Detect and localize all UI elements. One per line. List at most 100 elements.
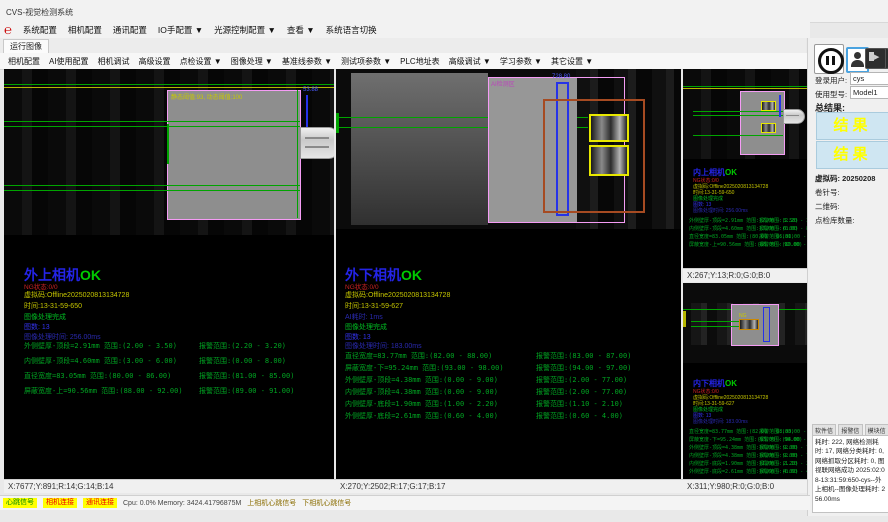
alarm-range: 报警范围:(94.00 - 97.00) xyxy=(536,363,631,373)
menu-bar: ℮ 系统配置 相机配置 通讯配置 IO手配置 ▼ 光源控制配置 ▼ 查看 ▼ 系… xyxy=(0,22,810,38)
lower-camera-heartbeat[interactable]: 下相机心跳信号 xyxy=(302,498,351,508)
camera-panel-inner-lower[interactable]: NG 内下相机OK NG状态:0/0 虚拟码:Offline2025020813… xyxy=(683,283,810,479)
alarm-range: 报警范围:(0.00 - 8.00) xyxy=(759,225,810,232)
coords-bar-outer-lower: X:270;Y:2502;R:17;G:17;B:17 xyxy=(336,479,685,493)
highlight-box-1 xyxy=(589,114,629,142)
alarm-range: 报警范围:(89.00 - 91.00) xyxy=(199,386,294,396)
tool-camera-config[interactable]: 相机配置 xyxy=(8,56,40,67)
camera-image-outer-upper[interactable]: 静态阈值:93, 动态阈值:100 53.88 xyxy=(4,69,334,235)
tool-plc-table[interactable]: PLC地址表 xyxy=(400,56,440,67)
coords-bar-inner-upper: X:267;Y:13;R:0;G:0;B:0 xyxy=(683,268,814,282)
menu-language[interactable]: 系统语言切换 xyxy=(326,24,377,36)
upper-camera-heartbeat[interactable]: 上相机心跳信号 xyxy=(247,498,296,508)
tool-spot-check[interactable]: 点检设置 ▼ xyxy=(180,56,222,67)
measurement-row: 外侧壁厚-顶段=4.38mm 范围:(0.00 - 9.00) xyxy=(345,375,498,385)
measurement-row: 内侧壁厚-底段=1.90mm 范围:(1.00 - 2.20) xyxy=(345,399,498,409)
pause-icon xyxy=(818,48,844,74)
measurement-row: 内侧壁厚-顶段=4.38mm 范围:(0.00 - 9.00) xyxy=(345,387,498,397)
menu-light-config[interactable]: 光源控制配置 ▼ xyxy=(214,24,276,36)
measurement-row: 直径宽度=83.05mm 范围:(80.00 - 86.00) xyxy=(24,371,171,381)
status-bar: 心跳信号 相机连接 通讯连接 Cpu: 0.0% Memory: 3424.41… xyxy=(0,495,810,510)
camera-panel-inner-upper[interactable]: 内上相机OK NG状态:0/0 虚拟码:Offline2025020813134… xyxy=(683,69,810,268)
log-output[interactable]: 耗时: 222, 网络检测耗时: 17, 网络分类耗时: 0, 网络抓取分区耗时… xyxy=(812,435,888,513)
alarm-range: 报警范围:(0.60 - 4.00) xyxy=(759,468,810,475)
measurement-row: 屏蔽宽度-上=90.56mm 范围:(88.00 - 92.00) xyxy=(24,386,183,396)
alarm-range: 报警范围:(1.10 - 2.10) xyxy=(759,460,810,467)
camera-image-outer-lower[interactable]: AI检测区 728.80 xyxy=(336,69,681,229)
camera-connect-badge: 相机连接 xyxy=(43,498,77,508)
alarm-range: 报警范围:(1.10 - 2.10) xyxy=(536,399,623,409)
barcode-field-label: 虚拟码: 20250208 xyxy=(815,173,875,184)
measurement-row: 直径宽度=83.77mm 范围:(82.00 - 88.00) xyxy=(345,351,492,361)
alarm-range: 报警范围:(2.20 - 3.20) xyxy=(759,217,810,224)
alarm-range: 报警范围:(83.00 - 87.00) xyxy=(536,351,631,361)
alarm-range: 报警范围:(2.00 - 77.00) xyxy=(536,375,627,385)
alarm-range: 报警范围:(83.00 - 87.00) xyxy=(759,428,810,435)
model-label: 使用型号: xyxy=(815,89,847,100)
menu-view[interactable]: 查看 ▼ xyxy=(287,24,315,36)
app-logo-icon: ℮ xyxy=(4,24,12,37)
alarm-range: 报警范围:(2.00 - 77.00) xyxy=(759,444,810,451)
result-badge-1: 结果 xyxy=(816,112,888,140)
process-status-text: 图像处理完成 xyxy=(24,312,66,322)
connector-part xyxy=(300,127,334,159)
measure-blue-label: 728.80 xyxy=(552,74,570,80)
tool-learn-params[interactable]: 学习参数 ▼ xyxy=(500,56,542,67)
tool-camera-debug[interactable]: 相机调试 xyxy=(98,56,130,67)
menu-camera-config[interactable]: 相机配置 xyxy=(68,24,102,36)
toolbar: 相机配置 AI使用配置 相机调试 高级设置 点检设置 ▼ 图像处理 ▼ 基准线参… xyxy=(0,53,814,70)
app-window: CVS-视觉检测系统 ℮ 系统配置 相机配置 通讯配置 IO手配置 ▼ 光源控制… xyxy=(0,0,888,522)
window-title: CVS-视觉检测系统 xyxy=(6,7,73,18)
alarm-range: 报警范围:(81.00 - 85.00) xyxy=(759,233,810,240)
process-status-text: 图像处理完成 xyxy=(345,322,387,332)
login-user-value[interactable]: cys xyxy=(850,72,888,85)
stock-field-label: 点检库数量: xyxy=(815,215,855,226)
cpu-memory-text: Cpu: 0.0% Memory: 3424.41796875M xyxy=(123,500,241,507)
coords-bar-outer-upper: X:7677;Y:891;R:14;G:14;B:14 xyxy=(4,479,338,493)
coords-bar-inner-lower: X:311;Y:980;R:0;G:0;B:0 xyxy=(683,479,814,493)
needle-field-label: 卷针号: xyxy=(815,187,840,198)
alarm-range: 报警范围:(2.00 - 77.00) xyxy=(536,387,627,397)
control-panel: ▶ 登录用户: cys 使用型号: Model1 总结果: 结果 结果 虚拟码:… xyxy=(807,38,888,516)
camera-image-inner-upper[interactable] xyxy=(683,69,810,159)
tool-advanced-settings[interactable]: 高级设置 xyxy=(139,56,171,67)
menu-system-config[interactable]: 系统配置 xyxy=(23,24,57,36)
tool-baseline-params[interactable]: 基准线参数 ▼ xyxy=(282,56,332,67)
tab-strip: 运行图像 xyxy=(0,38,806,54)
tool-advanced-debug[interactable]: 高级调试 ▼ xyxy=(449,56,491,67)
menu-comm-config[interactable]: 通讯配置 xyxy=(113,24,147,36)
result-ok-badge: OK xyxy=(725,168,737,177)
ai-area-label: AI检测区 xyxy=(491,79,515,88)
camera-panel-outer-lower[interactable]: AI检测区 728.80 外下相机OK NG状态:0/0 虚拟码:Offline… xyxy=(336,69,681,479)
ai-time-text: AI耗时: 1ms xyxy=(345,312,383,322)
menu-io-config[interactable]: IO手配置 ▼ xyxy=(158,24,203,36)
alarm-range: 报警范围:(89.00 - 91.00) xyxy=(759,241,810,248)
highlight-box-2 xyxy=(589,145,629,176)
result-badge-2: 结果 xyxy=(816,141,888,169)
camera-image-inner-lower[interactable]: NG xyxy=(683,283,810,363)
measurement-row: 内侧壁厚-顶段=4.60mm 范围:(3.00 - 6.00) xyxy=(24,356,177,366)
tool-other-settings[interactable]: 其它设置 ▼ xyxy=(551,56,593,67)
measurement-row: 外侧壁厚-顶段=2.91mm 范围:(2.00 - 3.50) xyxy=(24,341,177,351)
process-time-text: 图像处理时间: 256.00ms xyxy=(693,207,748,214)
tool-image-process[interactable]: 图像处理 ▼ xyxy=(231,56,273,67)
title-bar: CVS-视觉检测系统 xyxy=(0,0,888,23)
result-ok-badge: OK xyxy=(401,267,422,283)
process-time-text: 图像处理时间: 183.00ms xyxy=(693,418,748,425)
result-ok-badge: OK xyxy=(80,267,101,283)
time-text: 时间:13-31-59-627 xyxy=(345,301,403,311)
exit-button[interactable]: ▶ xyxy=(865,48,886,69)
process-time-text: 图像处理时间: 183.00ms xyxy=(345,341,422,351)
tab-run-image[interactable]: 运行图像 xyxy=(3,39,49,53)
tool-test-params[interactable]: 测试项参数 ▼ xyxy=(341,56,391,67)
measurement-row: 外侧壁厚-底段=2.61mm 范围:(0.60 - 4.00) xyxy=(345,411,498,421)
tool-ai-config[interactable]: AI使用配置 xyxy=(49,56,89,67)
qr-field-label: 二维码: xyxy=(815,201,840,212)
alarm-range: 报警范围:(2.00 - 77.00) xyxy=(759,452,810,459)
pause-button[interactable] xyxy=(814,44,844,74)
login-user-label: 登录用户: xyxy=(815,75,847,86)
threshold-overlay-label: 静态阈值:93, 动态阈值:100 xyxy=(171,92,242,101)
model-value[interactable]: Model1 xyxy=(850,86,888,99)
alarm-range: 报警范围:(0.00 - 8.00) xyxy=(199,356,286,366)
camera-panel-outer-upper[interactable]: 静态阈值:93, 动态阈值:100 53.88 外上相机OK NG状态:0/0 … xyxy=(4,69,334,479)
